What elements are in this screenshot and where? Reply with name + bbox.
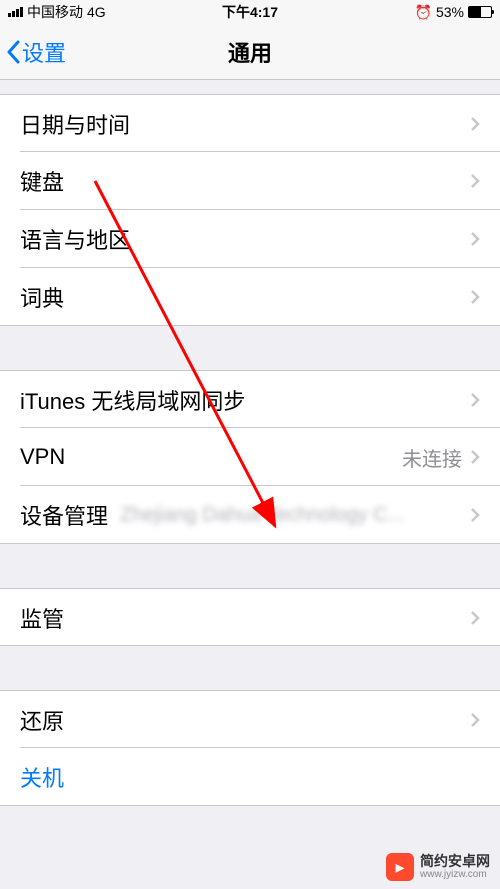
status-bar: 中国移动 4G 下午4:17 ⏰ 53%	[0, 0, 500, 24]
chevron-right-icon	[470, 712, 480, 728]
row-label: iTunes 无线局域网同步	[20, 384, 245, 416]
page-title: 通用	[228, 36, 272, 68]
row-reset[interactable]: 还原	[0, 690, 500, 748]
row-label: 关机	[20, 761, 64, 793]
back-button[interactable]: 设置	[0, 36, 66, 68]
signal-icon	[8, 7, 23, 17]
row-vpn[interactable]: VPN 未连接	[0, 428, 500, 486]
watermark: ▸ 简约安卓网 www.jyizw.com	[386, 853, 490, 881]
carrier-label: 中国移动	[27, 2, 83, 22]
row-label: 键盘	[20, 165, 64, 197]
row-label: 设备管理	[20, 499, 108, 531]
row-date-time[interactable]: 日期与时间	[0, 94, 500, 152]
status-left: 中国移动 4G	[8, 2, 106, 22]
watermark-title: 简约安卓网	[420, 854, 490, 869]
chevron-right-icon	[470, 173, 480, 189]
battery-percent: 53%	[436, 4, 464, 20]
chevron-left-icon	[6, 40, 20, 64]
row-language-region[interactable]: 语言与地区	[0, 210, 500, 268]
watermark-logo-icon: ▸	[386, 853, 414, 881]
status-time: 下午4:17	[222, 2, 278, 22]
network-label: 4G	[87, 4, 106, 20]
alarm-icon: ⏰	[415, 4, 432, 21]
battery-icon	[468, 6, 492, 18]
row-label: 词典	[20, 281, 64, 313]
row-label: 日期与时间	[20, 108, 130, 140]
status-right: ⏰ 53%	[415, 4, 492, 21]
row-device-management[interactable]: 设备管理 Zhejiang Dahua Technology C...	[0, 486, 500, 544]
row-itunes-wifi-sync[interactable]: iTunes 无线局域网同步	[0, 370, 500, 428]
row-label: VPN	[20, 444, 65, 470]
row-shutdown[interactable]: 关机	[0, 748, 500, 806]
back-label: 设置	[22, 36, 66, 68]
chevron-right-icon	[470, 289, 480, 305]
row-dictionary[interactable]: 词典	[0, 268, 500, 326]
row-detail: 未连接	[65, 443, 470, 472]
watermark-url: www.jyizw.com	[420, 869, 490, 880]
row-keyboard[interactable]: 键盘	[0, 152, 500, 210]
chevron-right-icon	[470, 449, 480, 465]
chevron-right-icon	[470, 116, 480, 132]
row-label: 语言与地区	[20, 223, 130, 255]
nav-bar: 设置 通用	[0, 24, 500, 80]
row-label: 还原	[20, 704, 64, 736]
chevron-right-icon	[470, 507, 480, 523]
chevron-right-icon	[470, 610, 480, 626]
row-label: 监管	[20, 602, 64, 634]
chevron-right-icon	[470, 231, 480, 247]
row-regulatory[interactable]: 监管	[0, 588, 500, 646]
row-detail: Zhejiang Dahua Technology C...	[108, 504, 470, 527]
chevron-right-icon	[470, 392, 480, 408]
